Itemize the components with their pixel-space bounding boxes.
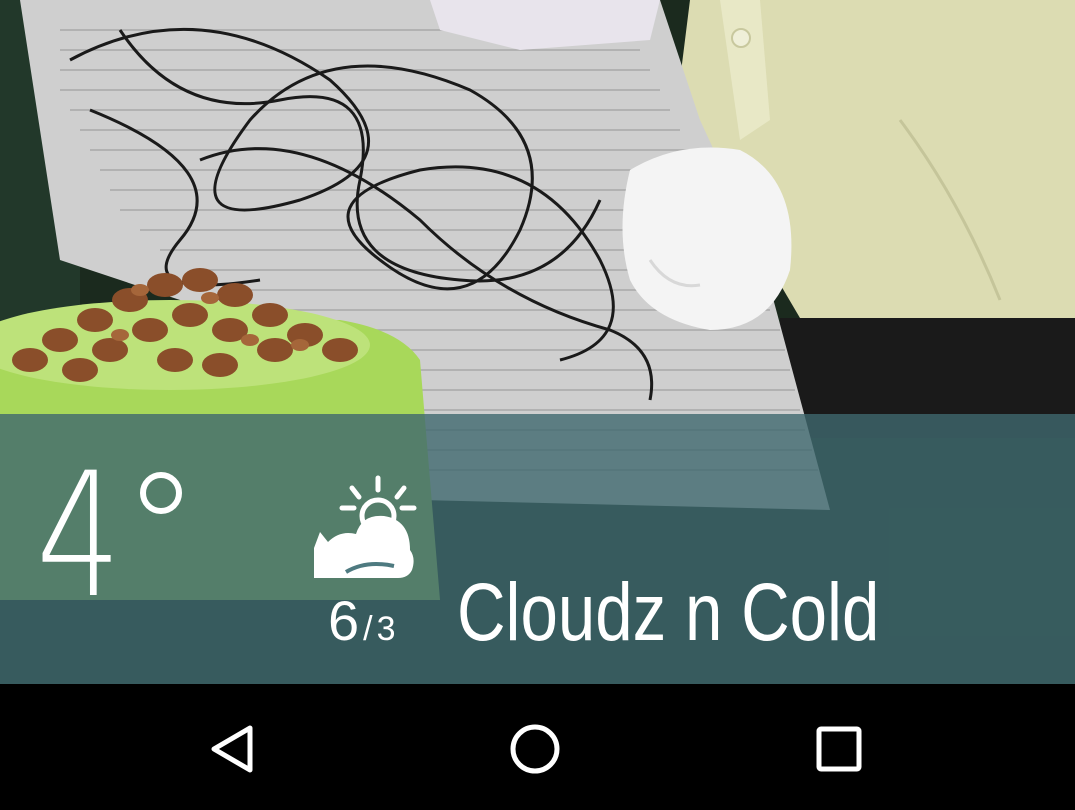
weather-app-screen: 4 6/3 Cloudz n Cold — [0, 0, 1075, 810]
partly-cloudy-cat-icon — [306, 474, 418, 582]
weather-condition: Cloudz n Cold — [457, 567, 880, 658]
home-button[interactable] — [500, 714, 570, 784]
recents-square-icon — [816, 726, 862, 772]
back-button[interactable] — [198, 714, 268, 784]
degree-symbol — [140, 472, 182, 514]
current-temperature: 4 — [36, 435, 121, 636]
high-low-separator: / — [363, 610, 373, 648]
back-triangle-icon — [211, 725, 253, 773]
high-temperature: 6 — [328, 589, 360, 652]
low-temperature: 3 — [376, 610, 396, 648]
high-low-temperature: 6/3 — [328, 588, 396, 653]
navigation-bar — [0, 684, 1075, 810]
recents-button[interactable] — [804, 714, 874, 784]
home-circle-icon — [510, 724, 560, 774]
